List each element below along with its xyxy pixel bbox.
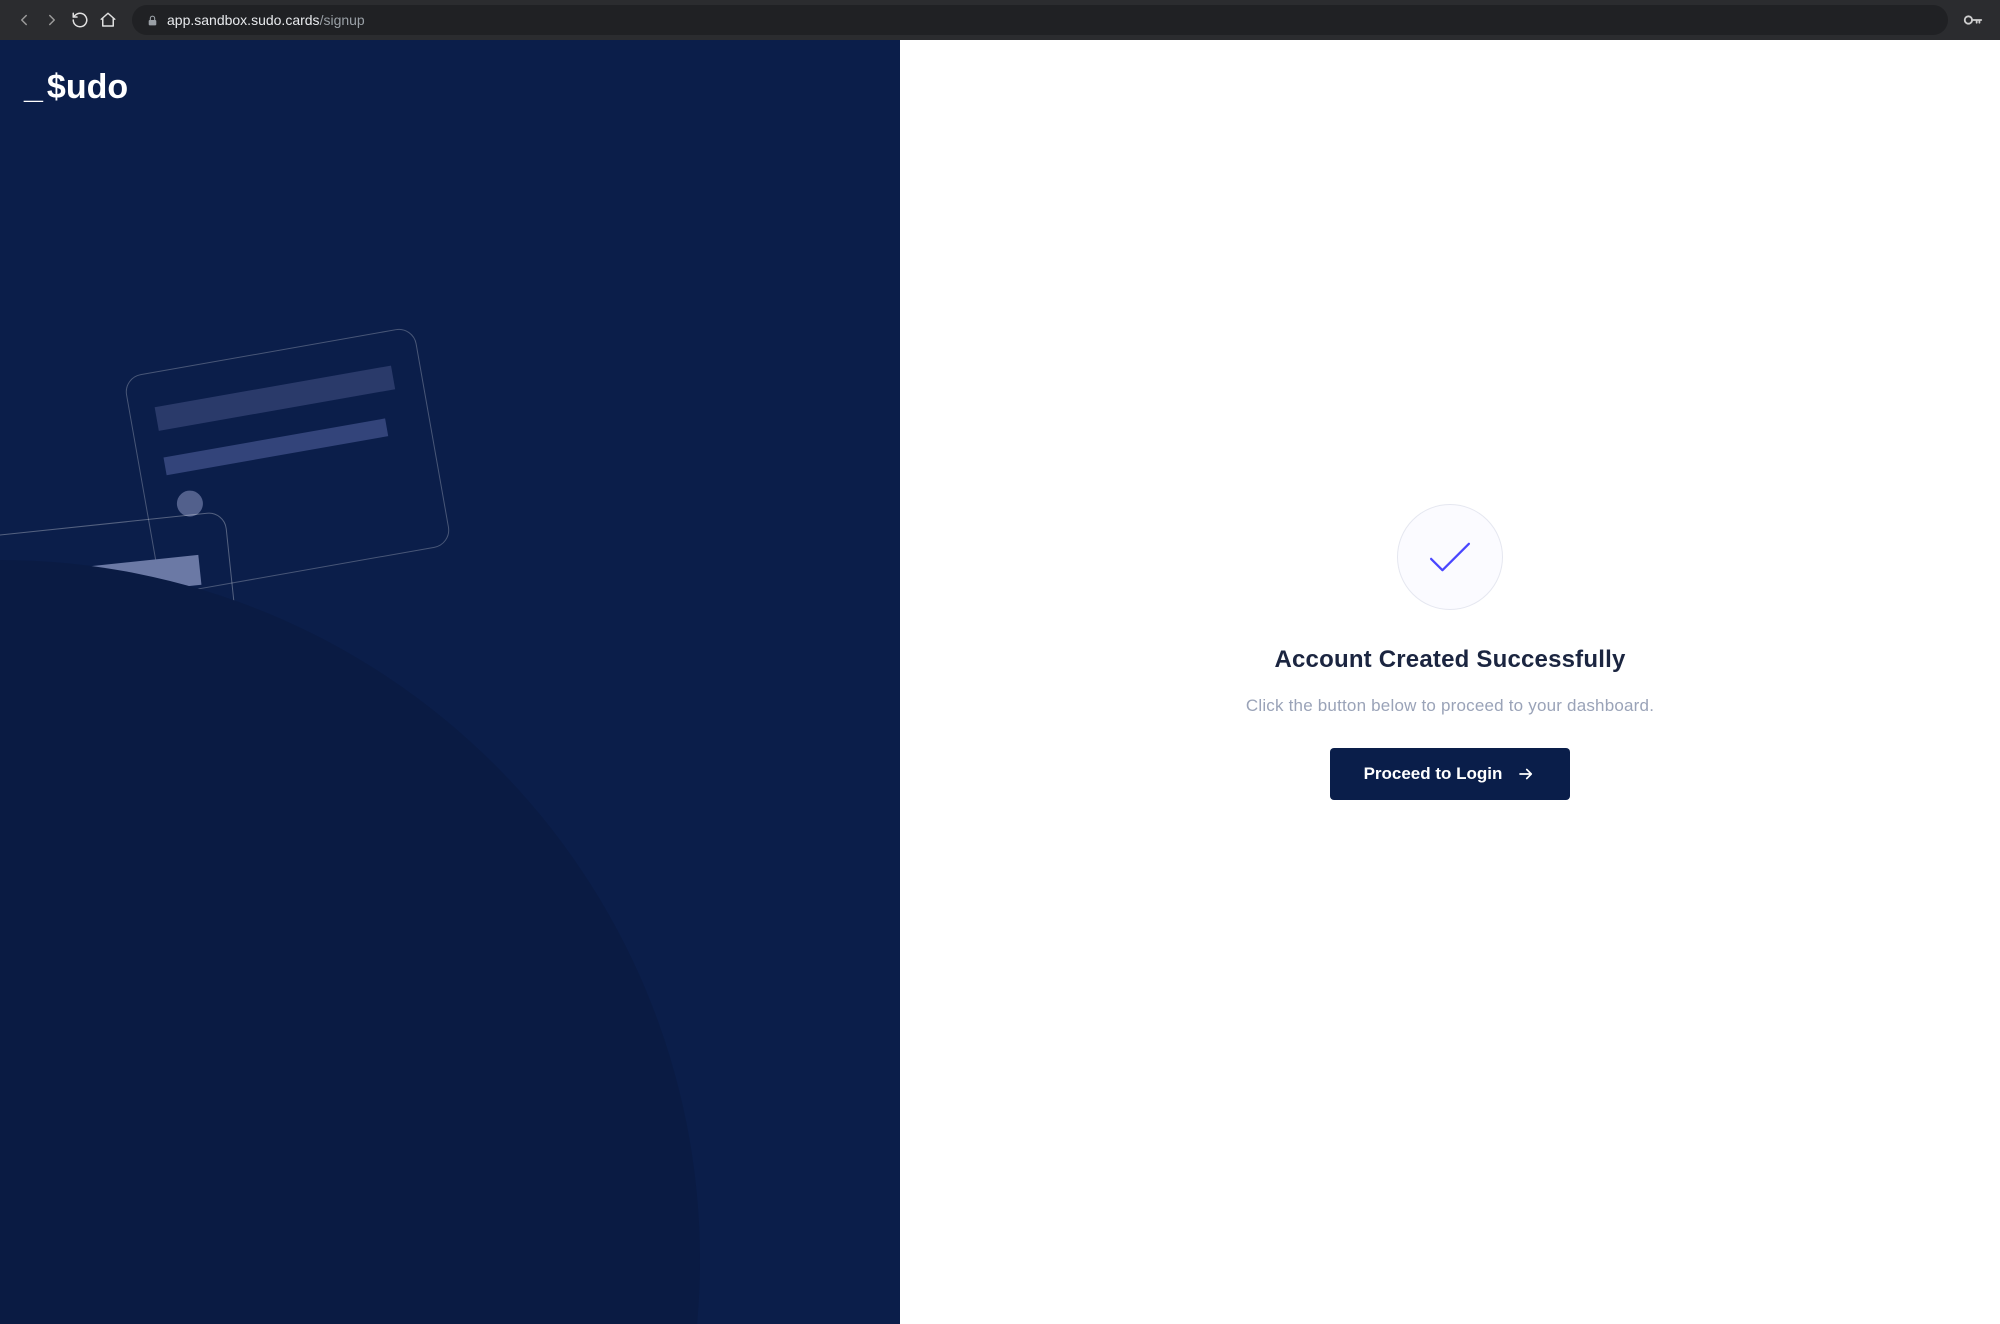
url-path: /signup (320, 12, 365, 28)
proceed-to-login-button[interactable]: Proceed to Login (1330, 748, 1571, 800)
browser-chrome: app.sandbox.sudo.cards/signup (0, 0, 2000, 40)
success-block: Account Created Successfully Click the b… (1246, 504, 1654, 800)
content-panel: Account Created Successfully Click the b… (900, 40, 2000, 1324)
arrow-right-icon (43, 11, 61, 29)
hero-panel: _$udo (0, 40, 900, 1324)
card-stripe (155, 366, 396, 431)
password-key-icon[interactable] (1962, 9, 1984, 31)
arrow-right-icon (1516, 765, 1536, 783)
reload-icon (71, 11, 89, 29)
back-button[interactable] (10, 6, 38, 34)
page-content: _$udo Account Created Successfully Click… (0, 40, 2000, 1324)
home-button[interactable] (94, 6, 122, 34)
url-host: app.sandbox.sudo.cards (167, 12, 320, 28)
card-stripe (164, 418, 389, 475)
success-check-circle (1397, 504, 1503, 610)
address-bar[interactable]: app.sandbox.sudo.cards/signup (132, 5, 1948, 35)
decorative-curve (0, 560, 700, 1324)
logo-text: $udo (47, 68, 128, 107)
cta-label: Proceed to Login (1364, 764, 1503, 784)
check-icon (1427, 540, 1473, 574)
forward-button[interactable] (38, 6, 66, 34)
brand-logo: _$udo (24, 68, 128, 107)
success-subtext: Click the button below to proceed to you… (1246, 696, 1654, 716)
logo-underscore: _ (24, 68, 41, 107)
reload-button[interactable] (66, 6, 94, 34)
success-heading: Account Created Successfully (1274, 646, 1625, 674)
arrow-left-icon (15, 11, 33, 29)
home-icon (99, 11, 117, 29)
lock-icon (146, 14, 159, 27)
